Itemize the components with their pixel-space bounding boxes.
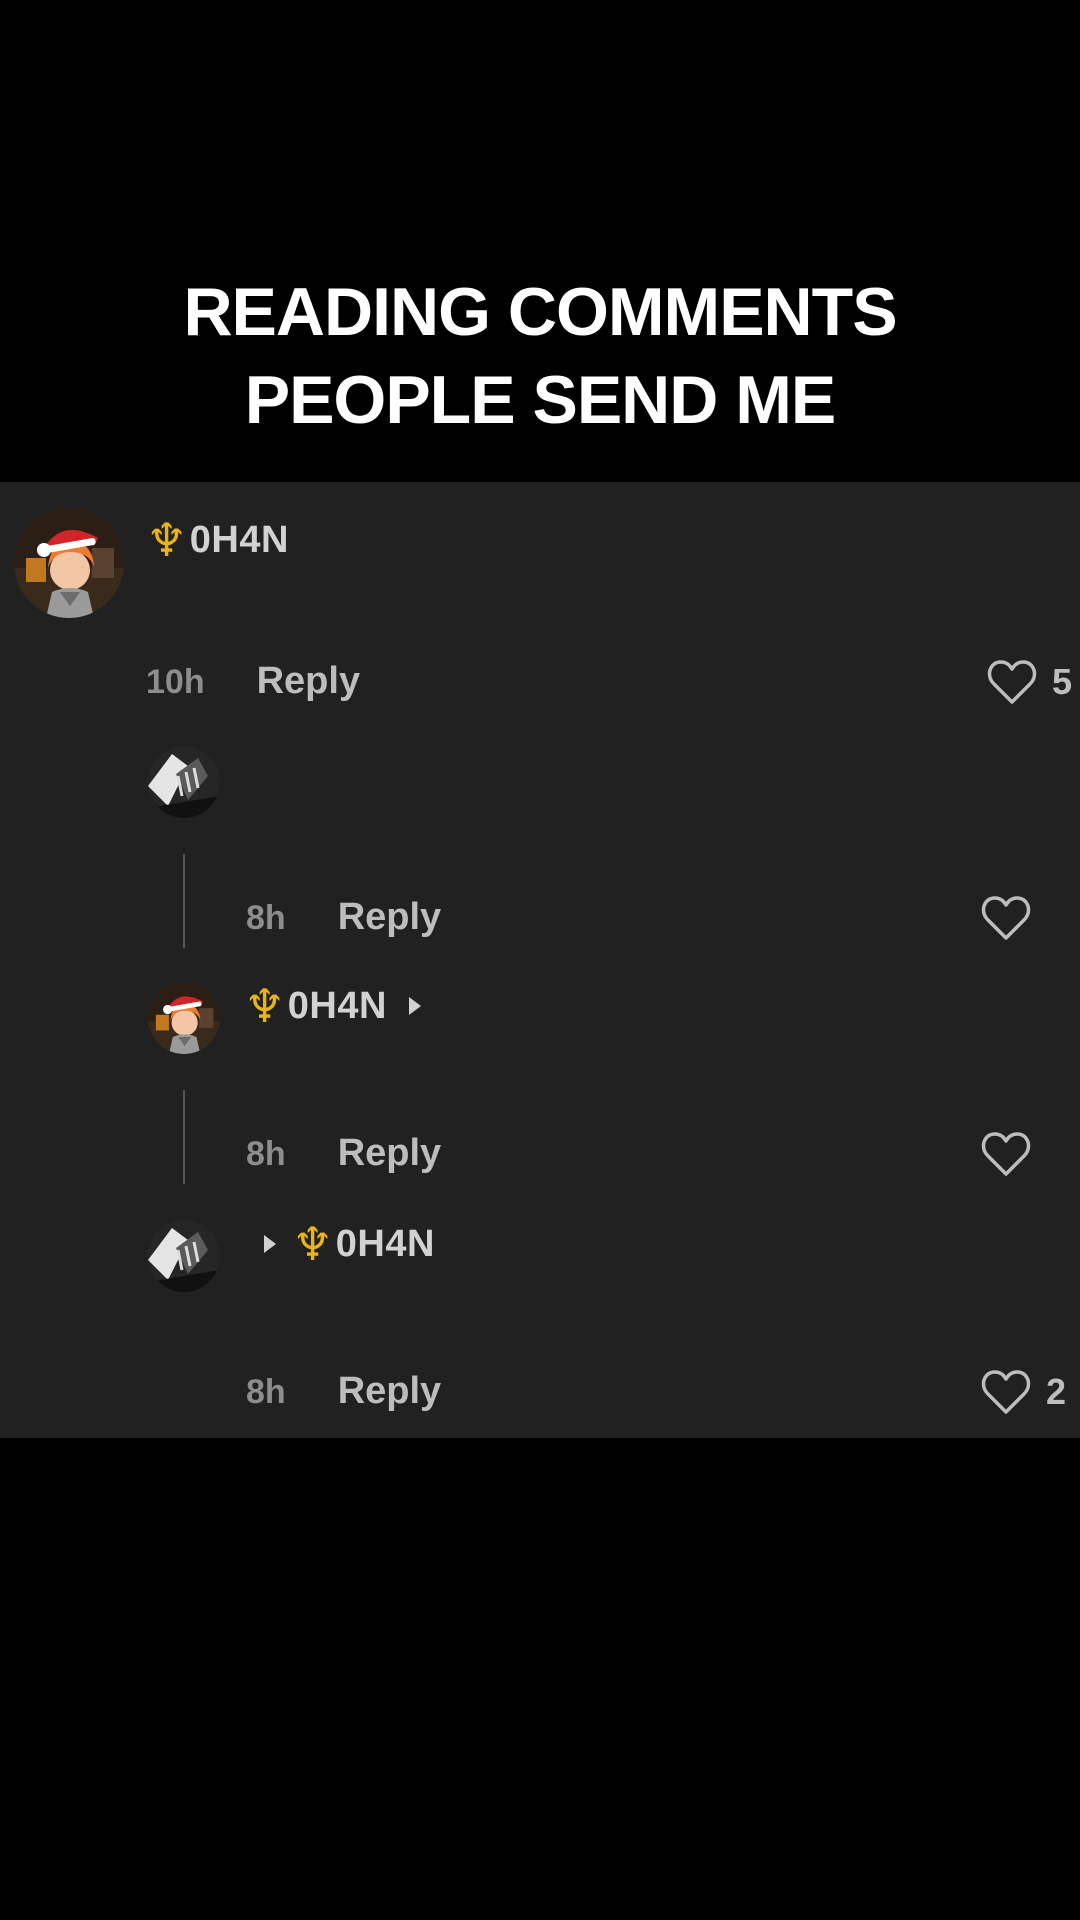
caption-line-2: PEOPLE SEND ME <box>244 362 837 438</box>
username-text: 0H4N <box>335 1222 435 1265</box>
trident-icon: ♆ <box>244 979 286 1033</box>
like-button[interactable]: 2 <box>980 1368 1066 1416</box>
avatar-reply-user[interactable] <box>148 1220 220 1292</box>
like-button[interactable]: 5 <box>986 658 1072 706</box>
reply-button[interactable]: Reply <box>257 660 360 703</box>
comment-username[interactable]: ♆ 0H4N <box>244 978 421 1034</box>
triangle-right-icon <box>408 997 421 1015</box>
comment-meta: 8h Reply <box>246 1370 441 1413</box>
thread-line <box>183 854 185 948</box>
video-caption: READING COMMENTS PEOPLE SEND ME <box>0 268 1080 444</box>
like-count: 5 <box>1052 661 1073 702</box>
comments-panel: ♆ 0H4N 10h Reply 5 8h Reply ♆ 0H4N 8h Re… <box>0 482 1080 1438</box>
comment-meta: 10h Reply <box>146 660 360 703</box>
avatar-ohan[interactable] <box>14 508 124 618</box>
comment-time: 8h <box>246 1373 286 1411</box>
thread-line <box>183 1090 185 1184</box>
heart-outline-icon <box>981 1370 1031 1414</box>
like-button[interactable] <box>980 894 1032 942</box>
comment-time: 8h <box>246 899 286 937</box>
comment-time: 8h <box>246 1135 286 1173</box>
reply-button[interactable]: Reply <box>338 1370 441 1413</box>
username-text: 0H4N <box>189 518 289 561</box>
avatar-ohan[interactable] <box>148 982 220 1054</box>
heart-outline-icon <box>981 1132 1031 1176</box>
reply-button[interactable]: Reply <box>338 1132 441 1175</box>
like-button[interactable] <box>980 1130 1032 1178</box>
heart-outline-icon <box>981 896 1031 940</box>
reply-button[interactable]: Reply <box>338 896 441 939</box>
username-text: 0H4N <box>287 984 387 1027</box>
comment-meta: 8h Reply <box>246 1132 441 1175</box>
trident-icon: ♆ <box>146 513 188 567</box>
comment-username[interactable]: ♆ 0H4N <box>146 512 289 568</box>
comment-meta: 8h Reply <box>246 896 441 939</box>
like-count: 2 <box>1046 1371 1067 1412</box>
triangle-right-icon <box>264 1235 276 1253</box>
heart-outline-icon <box>987 660 1037 704</box>
comment-time: 10h <box>146 663 205 701</box>
avatar-reply-user[interactable] <box>148 746 220 818</box>
caption-line-1: READING COMMENTS <box>183 274 897 350</box>
comment-username[interactable]: ♆ 0H4N <box>264 1216 435 1272</box>
trident-icon: ♆ <box>292 1217 334 1271</box>
